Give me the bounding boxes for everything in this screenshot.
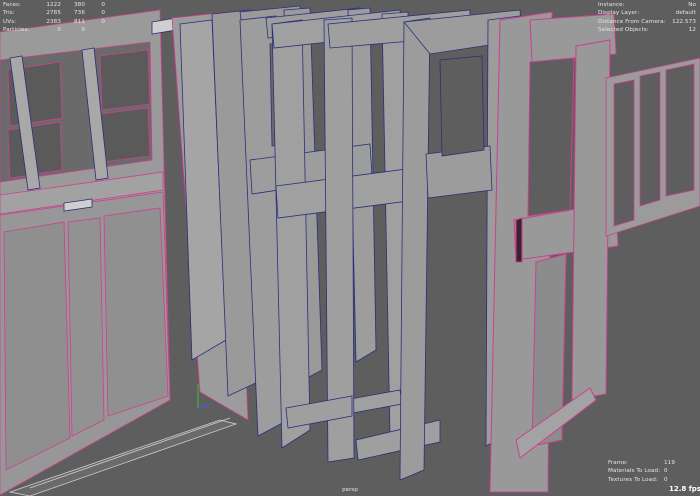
hud-value: 811 bbox=[74, 18, 85, 25]
hud-value: 2383 bbox=[46, 18, 61, 25]
door-frame-6[interactable] bbox=[489, 11, 619, 493]
hud-materials-row: Materials To Load: 0 bbox=[608, 467, 686, 475]
perspective-viewport[interactable]: Faces: 1222 380 0 Tris: 2785 736 0 UVs: … bbox=[0, 0, 700, 496]
scene-info-hud: Frame: 119 Materials To Load: 0 Textures… bbox=[608, 459, 686, 484]
hud-value: No bbox=[688, 2, 696, 8]
distant-window-frames[interactable] bbox=[605, 57, 700, 237]
hud-label: Frame: bbox=[608, 460, 628, 466]
hud-display-layer-row: Display Layer: default bbox=[598, 9, 696, 17]
scene-geometry[interactable] bbox=[0, 0, 700, 496]
hud-textures-row: Textures To Load: 0 bbox=[608, 476, 686, 484]
hud-label: Distance From Camera: bbox=[598, 18, 666, 25]
fps-counter: 12.8 fps bbox=[669, 485, 700, 493]
hud-value: default bbox=[675, 10, 696, 17]
hud-label: Textures To Load: bbox=[608, 476, 658, 483]
hud-uvs-row: UVs: 2383 811 0 bbox=[3, 18, 105, 26]
hud-particles-row: Particles: 0 0 bbox=[3, 26, 105, 34]
left-facade[interactable] bbox=[0, 9, 177, 496]
hud-instance-row: Instance: No bbox=[598, 1, 696, 9]
hud-label: Instance: bbox=[598, 2, 625, 8]
hud-distance-row: Distance From Camera: 122.573 bbox=[598, 18, 696, 26]
hud-label: UVs: bbox=[3, 18, 17, 25]
hud-label: Faces: bbox=[3, 2, 22, 8]
hud-label: Particles: bbox=[3, 27, 30, 34]
hud-label: Selected Objects: bbox=[598, 27, 649, 34]
hud-value: 0 bbox=[101, 2, 105, 8]
hud-value: 1222 bbox=[46, 2, 61, 8]
hud-value: 0 bbox=[101, 18, 105, 25]
hud-value bbox=[85, 26, 105, 34]
hud-value: 0 bbox=[81, 27, 85, 34]
hud-value: 119 bbox=[664, 460, 675, 466]
hud-selected-row: Selected Objects: 12 bbox=[598, 26, 696, 34]
hud-value: 0 bbox=[57, 27, 61, 34]
hud-label: Materials To Load: bbox=[608, 468, 661, 475]
hud-value: 122.573 bbox=[672, 18, 696, 25]
hud-label: Display Layer: bbox=[598, 10, 640, 17]
object-details-hud: Instance: No Display Layer: default Dist… bbox=[598, 1, 696, 35]
hud-value: 0 bbox=[664, 468, 668, 475]
hud-faces-row: Faces: 1222 380 0 bbox=[3, 1, 105, 9]
hud-value: 0 bbox=[101, 10, 105, 17]
hud-value: 380 bbox=[74, 2, 85, 8]
camera-name-label: persp bbox=[342, 487, 358, 493]
hud-label: Tris: bbox=[3, 10, 15, 17]
hud-tris-row: Tris: 2785 736 0 bbox=[3, 9, 105, 17]
poly-count-hud: Faces: 1222 380 0 Tris: 2785 736 0 UVs: … bbox=[3, 1, 105, 35]
hud-value: 736 bbox=[74, 10, 85, 17]
hud-frame-row: Frame: 119 bbox=[608, 459, 686, 467]
hud-value: 12 bbox=[688, 27, 696, 34]
hud-value: 0 bbox=[664, 476, 668, 483]
hud-value: 2785 bbox=[46, 10, 61, 17]
